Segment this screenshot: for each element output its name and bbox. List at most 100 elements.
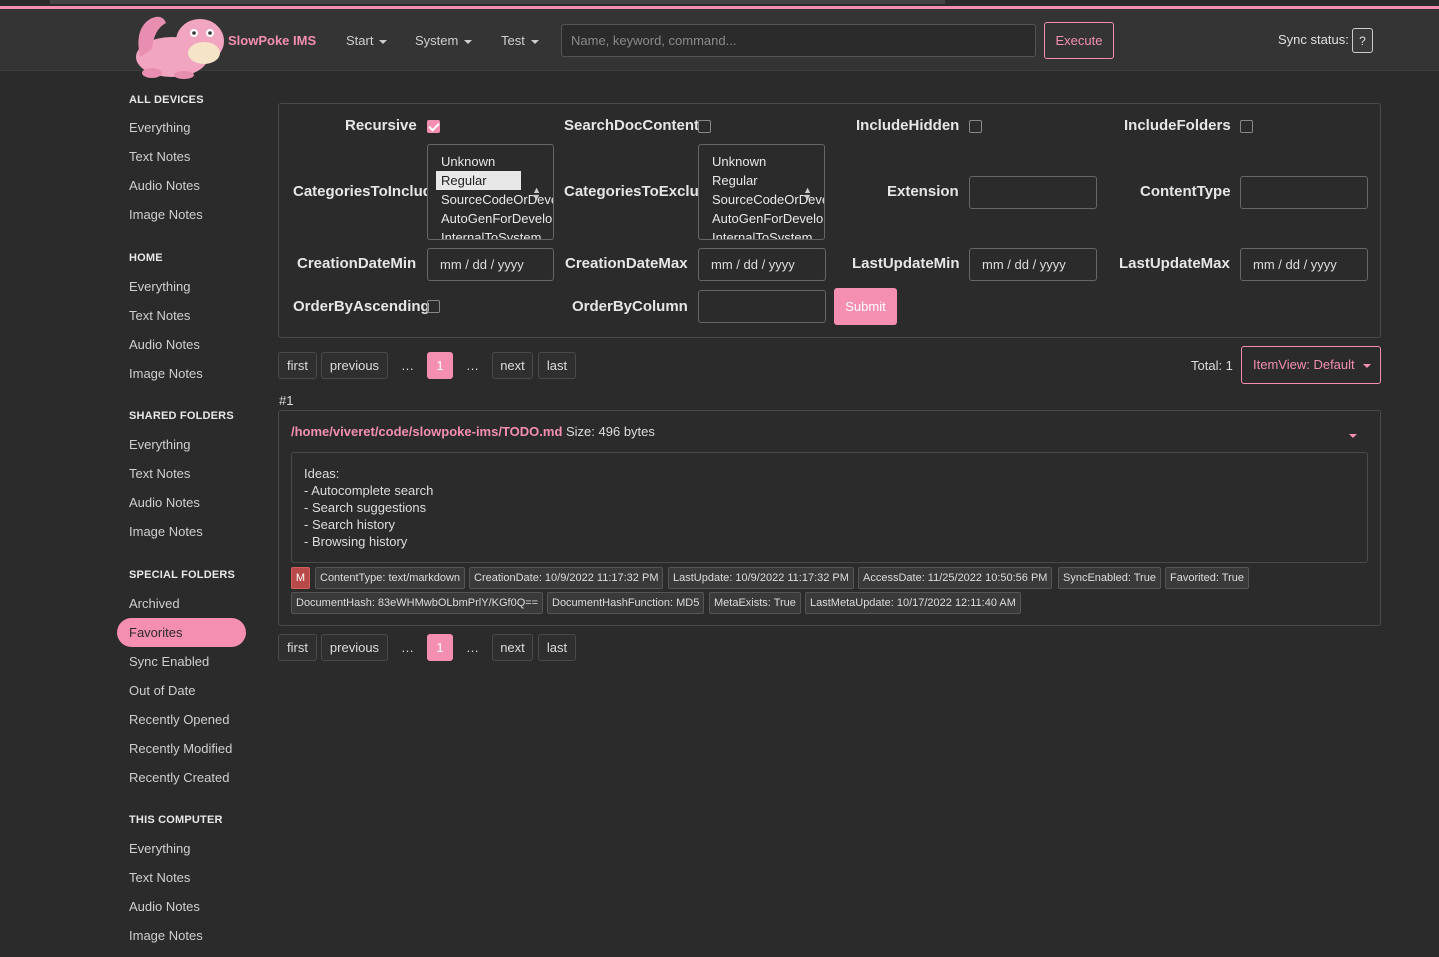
sidebar-heading-home: HOME: [129, 252, 163, 264]
extension-input[interactable]: [969, 176, 1097, 209]
sidebar-heading-shared: SHARED FOLDERS: [129, 410, 234, 422]
recursive-checkbox[interactable]: [427, 120, 440, 133]
listbox-option[interactable]: AutoGenForDevelopment: [699, 209, 824, 228]
nav-start-menu[interactable]: Start: [346, 33, 388, 48]
content-line: - Browsing history: [304, 534, 408, 549]
creation-date-max-label: CreationDateMax: [565, 255, 688, 272]
chevron-down-icon[interactable]: [1349, 434, 1357, 438]
sidebar-item-home-text-notes[interactable]: Text Notes: [117, 301, 246, 330]
include-folders-checkbox[interactable]: [1240, 120, 1253, 133]
creation-date-max-input[interactable]: mm / dd / yyyy: [698, 248, 826, 281]
nav-test-menu[interactable]: Test: [501, 33, 539, 48]
sidebar-heading-this-computer: THIS COMPUTER: [129, 814, 223, 826]
listbox-option[interactable]: Unknown: [428, 152, 553, 171]
sidebar-item-shared-text-notes[interactable]: Text Notes: [117, 459, 246, 488]
sync-status-button[interactable]: ?: [1352, 28, 1373, 53]
order-by-ascending-label: OrderByAscending: [293, 298, 429, 315]
sidebar-item-computer-everything[interactable]: Everything: [117, 834, 246, 863]
sidebar-heading-special: SPECIAL FOLDERS: [129, 569, 236, 581]
sidebar-item-out-of-date[interactable]: Out of Date: [117, 676, 246, 705]
brand-name[interactable]: SlowPoke IMS: [228, 33, 316, 48]
sidebar-item-archived[interactable]: Archived: [117, 589, 246, 618]
chevron-down-icon: [530, 39, 539, 44]
sidebar-item-shared-everything[interactable]: Everything: [117, 430, 246, 459]
item-view-label: ItemView: Default: [1253, 357, 1355, 372]
sidebar-item-sync-enabled[interactable]: Sync Enabled: [117, 647, 246, 676]
execute-button[interactable]: Execute: [1044, 22, 1114, 59]
sidebar-item-home-image-notes[interactable]: Image Notes: [117, 359, 246, 388]
page-first-button[interactable]: first: [278, 634, 317, 661]
creation-date-min-input[interactable]: mm / dd / yyyy: [427, 248, 554, 281]
nav-system-menu[interactable]: System: [415, 33, 473, 48]
sidebar-item-shared-image-notes[interactable]: Image Notes: [117, 517, 246, 546]
recursive-label: Recursive: [345, 117, 417, 134]
sidebar-item-shared-audio-notes[interactable]: Audio Notes: [117, 488, 246, 517]
sidebar-item-computer-text-notes[interactable]: Text Notes: [117, 863, 246, 892]
order-by-column-label: OrderByColumn: [572, 298, 688, 315]
result-index: #1: [279, 393, 294, 408]
page-next-button[interactable]: next: [492, 352, 533, 379]
page-first-button[interactable]: first: [278, 352, 317, 379]
page-ellipsis: …: [466, 358, 479, 373]
content-line: Ideas:: [304, 466, 340, 481]
sidebar-heading-all-devices: ALL DEVICES: [129, 94, 204, 106]
categories-include-listbox[interactable]: Unknown Regular SourceCodeOrDevelopment …: [427, 144, 554, 240]
page-last-button[interactable]: last: [538, 352, 576, 379]
slowpoke-logo-icon[interactable]: [132, 9, 228, 79]
sidebar-item-all-image-notes[interactable]: Image Notes: [117, 200, 246, 229]
categories-exclude-listbox[interactable]: Unknown Regular SourceCodeOrDevelopment …: [698, 144, 825, 240]
page-next-button[interactable]: next: [492, 634, 533, 661]
page-ellipsis: …: [401, 358, 414, 373]
sidebar-item-all-text-notes[interactable]: Text Notes: [117, 142, 246, 171]
page-previous-button[interactable]: previous: [321, 634, 388, 661]
spinner-arrows-icon: ▲ ▼: [803, 185, 812, 202]
modified-badge: M: [291, 567, 310, 589]
meta-tag: SyncEnabled: True: [1058, 567, 1161, 589]
page-1-button[interactable]: 1: [427, 634, 453, 661]
search-doc-content-checkbox[interactable]: [698, 120, 711, 133]
sidebar-item-favorites[interactable]: Favorites: [117, 618, 246, 647]
result-content-preview: Ideas: - Autocomplete search - Search su…: [291, 452, 1368, 563]
spinner-arrows-icon: ▲ ▼: [532, 185, 541, 202]
nav-test-label: Test: [501, 33, 525, 48]
sidebar-item-computer-audio-notes[interactable]: Audio Notes: [117, 892, 246, 921]
chevron-down-icon: [379, 39, 388, 44]
page-previous-button[interactable]: previous: [321, 352, 388, 379]
include-hidden-checkbox[interactable]: [969, 120, 982, 133]
content-line: - Search history: [304, 517, 396, 532]
content-type-input[interactable]: [1240, 176, 1368, 209]
listbox-option[interactable]: InternalToSystem: [428, 228, 553, 239]
listbox-option[interactable]: Unknown: [699, 152, 824, 171]
sidebar-item-computer-image-notes[interactable]: Image Notes: [117, 921, 246, 950]
last-update-max-input[interactable]: mm / dd / yyyy: [1240, 248, 1368, 281]
listbox-option[interactable]: InternalToSystem: [699, 228, 824, 239]
meta-tag: DocumentHash: 83eWHMwbOLbmPrlY/KGf0Q==: [291, 592, 544, 614]
nav-system-label: System: [415, 33, 459, 48]
page-1-button[interactable]: 1: [427, 352, 453, 379]
page-last-button[interactable]: last: [538, 634, 576, 661]
total-count: Total: 1: [1191, 358, 1233, 373]
meta-tag: MetaExists: True: [709, 592, 801, 614]
last-update-min-input[interactable]: mm / dd / yyyy: [969, 248, 1097, 281]
sidebar-item-home-everything[interactable]: Everything: [117, 272, 246, 301]
sidebar-item-home-audio-notes[interactable]: Audio Notes: [117, 330, 246, 359]
order-by-ascending-checkbox[interactable]: [427, 300, 440, 313]
result-path-link[interactable]: /home/viveret/code/slowpoke-ims/TODO.md: [291, 424, 562, 439]
result-size: Size: 496 bytes: [566, 424, 655, 439]
order-by-column-input[interactable]: [698, 290, 826, 323]
sidebar-item-recently-opened[interactable]: Recently Opened: [117, 705, 246, 734]
sidebar-item-recently-created[interactable]: Recently Created: [117, 763, 246, 792]
categories-exclude-label: CategoriesToExclude: [564, 183, 698, 200]
meta-tag: AccessDate: 11/25/2022 10:50:56 PM: [858, 567, 1053, 589]
last-update-max-label: LastUpdateMax: [1119, 255, 1230, 272]
sidebar-item-all-everything[interactable]: Everything: [117, 113, 246, 142]
command-search-input[interactable]: [561, 24, 1036, 57]
last-update-min-label: LastUpdateMin: [852, 255, 960, 272]
sidebar-item-all-audio-notes[interactable]: Audio Notes: [117, 171, 246, 200]
item-view-dropdown[interactable]: ItemView: Default: [1241, 346, 1381, 384]
listbox-option-selected[interactable]: Regular: [436, 171, 521, 190]
categories-include-label: CategoriesToInclude: [293, 183, 427, 200]
listbox-option[interactable]: AutoGenForDevelopment: [428, 209, 553, 228]
submit-button[interactable]: Submit: [834, 288, 897, 325]
sidebar-item-recently-modified[interactable]: Recently Modified: [117, 734, 246, 763]
